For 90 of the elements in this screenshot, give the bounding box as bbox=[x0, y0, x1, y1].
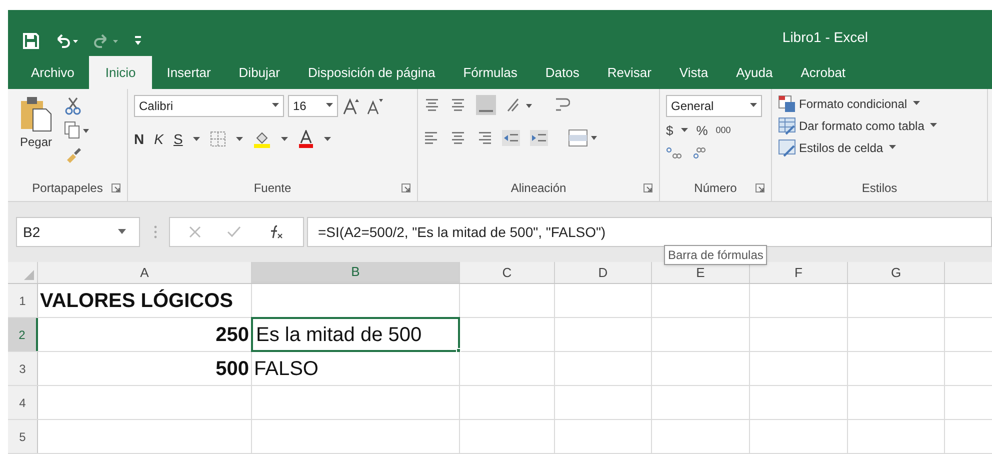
column-header[interactable]: G bbox=[848, 262, 945, 283]
font-name-field[interactable]: Calibri bbox=[134, 94, 284, 117]
conditional-format-icon bbox=[778, 94, 796, 113]
merge-cells-icon[interactable] bbox=[568, 128, 598, 147]
row-header[interactable]: 1 bbox=[8, 284, 38, 317]
window-title: Libro1 - Excel bbox=[782, 28, 868, 48]
dialog-launcher-icon[interactable] bbox=[401, 183, 411, 194]
fill-color-icon[interactable] bbox=[252, 130, 271, 148]
row-header[interactable]: 4 bbox=[8, 386, 38, 419]
dialog-launcher-icon[interactable] bbox=[111, 183, 121, 194]
redo-icon[interactable] bbox=[94, 33, 120, 50]
dropdown-icon[interactable] bbox=[326, 103, 333, 108]
percent-button[interactable]: % bbox=[696, 120, 708, 140]
ribbon-tab[interactable]: Fórmulas bbox=[450, 56, 530, 89]
align-top-icon[interactable] bbox=[424, 96, 440, 113]
increase-indent-icon[interactable] bbox=[530, 130, 548, 146]
paste-button[interactable]: Pegar bbox=[14, 94, 58, 176]
table-cell[interactable]: FALSO bbox=[251, 351, 460, 386]
tooltip: Barra de fórmulas bbox=[664, 245, 768, 265]
dialog-launcher-icon[interactable] bbox=[755, 183, 765, 194]
formula-field[interactable]: =SI(A2=500/2, "Es la mitad de 500", "FALSO") bbox=[307, 217, 992, 247]
group-label: Estilos bbox=[862, 180, 898, 198]
center-icon[interactable] bbox=[450, 130, 466, 146]
table-cell[interactable]: 250 bbox=[37, 317, 252, 352]
divider-handle-icon[interactable] bbox=[154, 224, 157, 240]
align-bottom-icon[interactable] bbox=[476, 94, 496, 115]
grow-font-icon[interactable] bbox=[342, 96, 362, 115]
dropdown-icon[interactable] bbox=[324, 136, 331, 142]
currency-button[interactable]: $ bbox=[666, 120, 674, 140]
column-header[interactable]: D bbox=[555, 262, 652, 283]
dropdown-icon[interactable] bbox=[913, 101, 920, 106]
dropdown-icon[interactable] bbox=[930, 123, 938, 128]
save-icon[interactable] bbox=[22, 32, 40, 50]
underline-button[interactable]: S bbox=[173, 128, 183, 150]
dropdown-icon[interactable] bbox=[192, 136, 200, 142]
thousands-button[interactable]: 000 bbox=[716, 124, 731, 138]
group-label: Portapapeles bbox=[32, 180, 103, 198]
group-label: Número bbox=[694, 180, 737, 198]
ribbon-tab[interactable]: Ayuda bbox=[723, 56, 786, 89]
scissors-icon[interactable] bbox=[64, 96, 82, 115]
align-right-icon[interactable] bbox=[476, 130, 492, 146]
ribbon-tab[interactable]: Archivo bbox=[18, 56, 88, 89]
align-left-icon[interactable] bbox=[424, 130, 440, 146]
table-cell[interactable]: 500 bbox=[37, 351, 252, 386]
ribbon-tab[interactable]: Acrobat bbox=[788, 56, 859, 89]
copy-icon[interactable] bbox=[64, 120, 90, 139]
ribbon-tab[interactable]: Disposición de página bbox=[294, 56, 448, 89]
cell-styles-icon bbox=[778, 138, 796, 157]
row-header[interactable]: 5 bbox=[8, 420, 38, 453]
dropdown-icon[interactable] bbox=[750, 103, 757, 108]
font-size-field[interactable]: 16 bbox=[288, 94, 338, 117]
dropdown-icon[interactable] bbox=[681, 128, 688, 134]
name-box-dropdown-icon[interactable] bbox=[118, 229, 126, 236]
number-format-field[interactable]: General bbox=[666, 94, 762, 117]
dropdown-icon[interactable] bbox=[272, 103, 279, 108]
dropdown-icon[interactable] bbox=[236, 136, 243, 142]
font-color-icon[interactable] bbox=[298, 130, 314, 148]
dropdown-icon[interactable] bbox=[889, 145, 896, 150]
ribbon-tab[interactable]: Dibujar bbox=[226, 56, 293, 89]
table-cell[interactable]: Es la mitad de 500 bbox=[251, 317, 460, 352]
group-label: Alineación bbox=[510, 180, 566, 198]
styles-command[interactable]: Formato condicional bbox=[778, 94, 981, 113]
check-icon[interactable] bbox=[227, 226, 242, 238]
table-format-icon bbox=[778, 116, 796, 135]
ribbon-tab[interactable]: Datos bbox=[532, 56, 592, 89]
clipboard-icon bbox=[19, 94, 53, 133]
ribbon-tab[interactable]: Revisar bbox=[594, 56, 664, 89]
align-middle-icon[interactable] bbox=[450, 96, 466, 113]
styles-command[interactable]: Dar formato como tabla bbox=[778, 116, 981, 135]
borders-icon[interactable] bbox=[210, 131, 226, 148]
decrease-indent-icon[interactable] bbox=[502, 130, 520, 146]
table-cell[interactable]: VALORES LÓGICOS bbox=[37, 283, 252, 318]
orientation-icon[interactable] bbox=[506, 96, 534, 113]
column-header[interactable]: B bbox=[252, 262, 460, 283]
ribbon-tab[interactable]: Insertar bbox=[154, 56, 224, 89]
group-label: Fuente bbox=[254, 180, 292, 198]
italic-button[interactable]: K bbox=[154, 128, 164, 150]
dropdown-icon[interactable] bbox=[280, 136, 288, 142]
name-box[interactable]: B2 bbox=[16, 217, 140, 247]
ribbon-tab[interactable]: Vista bbox=[666, 56, 722, 89]
dialog-launcher-icon[interactable] bbox=[643, 183, 653, 194]
styles-command[interactable]: Estilos de celda bbox=[778, 138, 981, 157]
bold-button[interactable]: N bbox=[134, 128, 144, 150]
ribbon-tab[interactable]: Inicio bbox=[89, 56, 152, 89]
row-header[interactable]: 3 bbox=[8, 352, 38, 385]
row-header[interactable]: 2 bbox=[8, 318, 38, 351]
column-header[interactable]: C bbox=[460, 262, 555, 283]
fill-handle[interactable] bbox=[456, 348, 461, 353]
shrink-font-icon[interactable] bbox=[366, 96, 384, 115]
increase-decimal-icon[interactable] bbox=[666, 146, 682, 160]
